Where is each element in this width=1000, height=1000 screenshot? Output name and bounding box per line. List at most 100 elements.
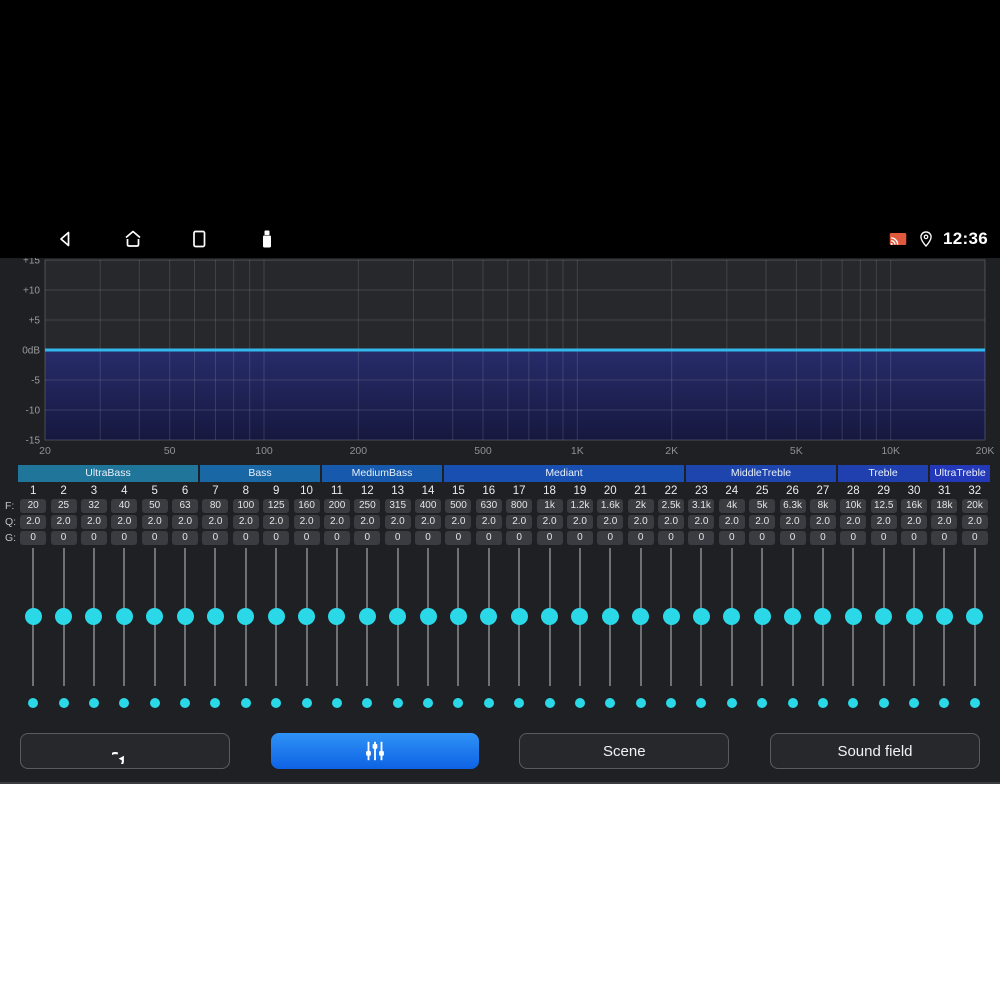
eq-band-slider[interactable]: [352, 548, 382, 686]
slider-dot[interactable]: [605, 698, 616, 708]
slider-knob[interactable]: [480, 608, 498, 625]
scene-button[interactable]: Scene: [519, 733, 730, 769]
eq-band-slider[interactable]: [565, 548, 595, 686]
slider-dot[interactable]: [331, 698, 342, 708]
slider-knob[interactable]: [55, 608, 73, 625]
eq-band-slider[interactable]: [717, 548, 747, 686]
slider-dot[interactable]: [909, 698, 920, 708]
slider-knob[interactable]: [115, 608, 133, 625]
eq-band-slider[interactable]: [960, 548, 990, 686]
slider-knob[interactable]: [571, 608, 589, 625]
slider-knob[interactable]: [875, 608, 893, 625]
slider-knob[interactable]: [267, 608, 285, 625]
slider-dot[interactable]: [726, 698, 737, 708]
eq-band-slider[interactable]: [413, 548, 443, 686]
slider-dot[interactable]: [939, 698, 950, 708]
slider-dot[interactable]: [483, 698, 494, 708]
usb-drive-icon[interactable]: [255, 227, 279, 251]
slider-dot[interactable]: [271, 698, 282, 708]
slider-knob[interactable]: [784, 608, 802, 625]
slider-knob[interactable]: [328, 608, 346, 625]
slider-dot[interactable]: [362, 698, 373, 708]
eq-band-slider[interactable]: [79, 548, 109, 686]
slider-knob[interactable]: [601, 608, 619, 625]
slider-knob[interactable]: [298, 608, 316, 625]
eq-band-slider[interactable]: [18, 548, 48, 686]
eq-band-slider[interactable]: [443, 548, 473, 686]
eq-band-slider[interactable]: [808, 548, 838, 686]
slider-dot[interactable]: [180, 698, 191, 708]
slider-dot[interactable]: [423, 698, 434, 708]
slider-dot[interactable]: [119, 698, 130, 708]
eq-band-slider[interactable]: [504, 548, 534, 686]
eq-band-slider[interactable]: [170, 548, 200, 686]
eq-band-slider[interactable]: [595, 548, 625, 686]
slider-dot[interactable]: [210, 698, 221, 708]
eq-band-slider[interactable]: [656, 548, 686, 686]
eq-band-slider[interactable]: [231, 548, 261, 686]
eq-band-slider[interactable]: [109, 548, 139, 686]
equalizer-button[interactable]: [270, 733, 479, 769]
slider-knob[interactable]: [753, 608, 771, 625]
slider-dot[interactable]: [757, 698, 768, 708]
eq-band-slider[interactable]: [869, 548, 899, 686]
eq-band-slider[interactable]: [48, 548, 78, 686]
slider-dot[interactable]: [392, 698, 403, 708]
slider-knob[interactable]: [723, 608, 741, 625]
slider-dot[interactable]: [58, 698, 69, 708]
slider-knob[interactable]: [419, 608, 437, 625]
reset-button[interactable]: [20, 733, 230, 769]
slider-dot[interactable]: [28, 698, 39, 708]
eq-band-slider[interactable]: [838, 548, 868, 686]
slider-knob[interactable]: [358, 608, 376, 625]
slider-dot[interactable]: [848, 698, 859, 708]
slider-knob[interactable]: [662, 608, 680, 625]
slider-knob[interactable]: [632, 608, 650, 625]
slider-knob[interactable]: [510, 608, 528, 625]
slider-knob[interactable]: [692, 608, 710, 625]
slider-knob[interactable]: [814, 608, 832, 625]
slider-dot[interactable]: [149, 698, 160, 708]
eq-band-slider[interactable]: [534, 548, 564, 686]
eq-band-slider[interactable]: [474, 548, 504, 686]
slider-dot[interactable]: [574, 698, 585, 708]
slider-knob[interactable]: [449, 608, 467, 625]
eq-band-slider[interactable]: [200, 548, 230, 686]
slider-knob[interactable]: [541, 608, 559, 625]
slider-dot[interactable]: [666, 698, 677, 708]
slider-dot[interactable]: [878, 698, 889, 708]
slider-knob[interactable]: [966, 608, 984, 625]
slider-dot[interactable]: [969, 698, 980, 708]
eq-band-slider[interactable]: [291, 548, 321, 686]
slider-dot[interactable]: [787, 698, 798, 708]
slider-knob[interactable]: [206, 608, 224, 625]
eq-band-slider[interactable]: [899, 548, 929, 686]
eq-band-slider[interactable]: [383, 548, 413, 686]
eq-band-slider[interactable]: [140, 548, 170, 686]
slider-knob[interactable]: [844, 608, 862, 625]
eq-band-slider[interactable]: [777, 548, 807, 686]
eq-band-slider[interactable]: [747, 548, 777, 686]
recents-icon[interactable]: [187, 227, 211, 251]
slider-dot[interactable]: [544, 698, 555, 708]
slider-knob[interactable]: [24, 608, 42, 625]
slider-knob[interactable]: [237, 608, 255, 625]
sound-field-button[interactable]: Sound field: [769, 733, 980, 769]
back-icon[interactable]: [54, 227, 78, 251]
eq-band-slider[interactable]: [626, 548, 656, 686]
slider-knob[interactable]: [146, 608, 164, 625]
eq-band-slider[interactable]: [322, 548, 352, 686]
slider-dot[interactable]: [240, 698, 251, 708]
home-icon[interactable]: [121, 227, 145, 251]
slider-dot[interactable]: [301, 698, 312, 708]
slider-dot[interactable]: [635, 698, 646, 708]
eq-band-slider[interactable]: [261, 548, 291, 686]
slider-knob[interactable]: [85, 608, 103, 625]
slider-knob[interactable]: [176, 608, 194, 625]
slider-dot[interactable]: [514, 698, 525, 708]
eq-band-slider[interactable]: [929, 548, 959, 686]
slider-knob[interactable]: [905, 608, 923, 625]
slider-dot[interactable]: [817, 698, 828, 708]
slider-knob[interactable]: [389, 608, 407, 625]
slider-dot[interactable]: [88, 698, 99, 708]
